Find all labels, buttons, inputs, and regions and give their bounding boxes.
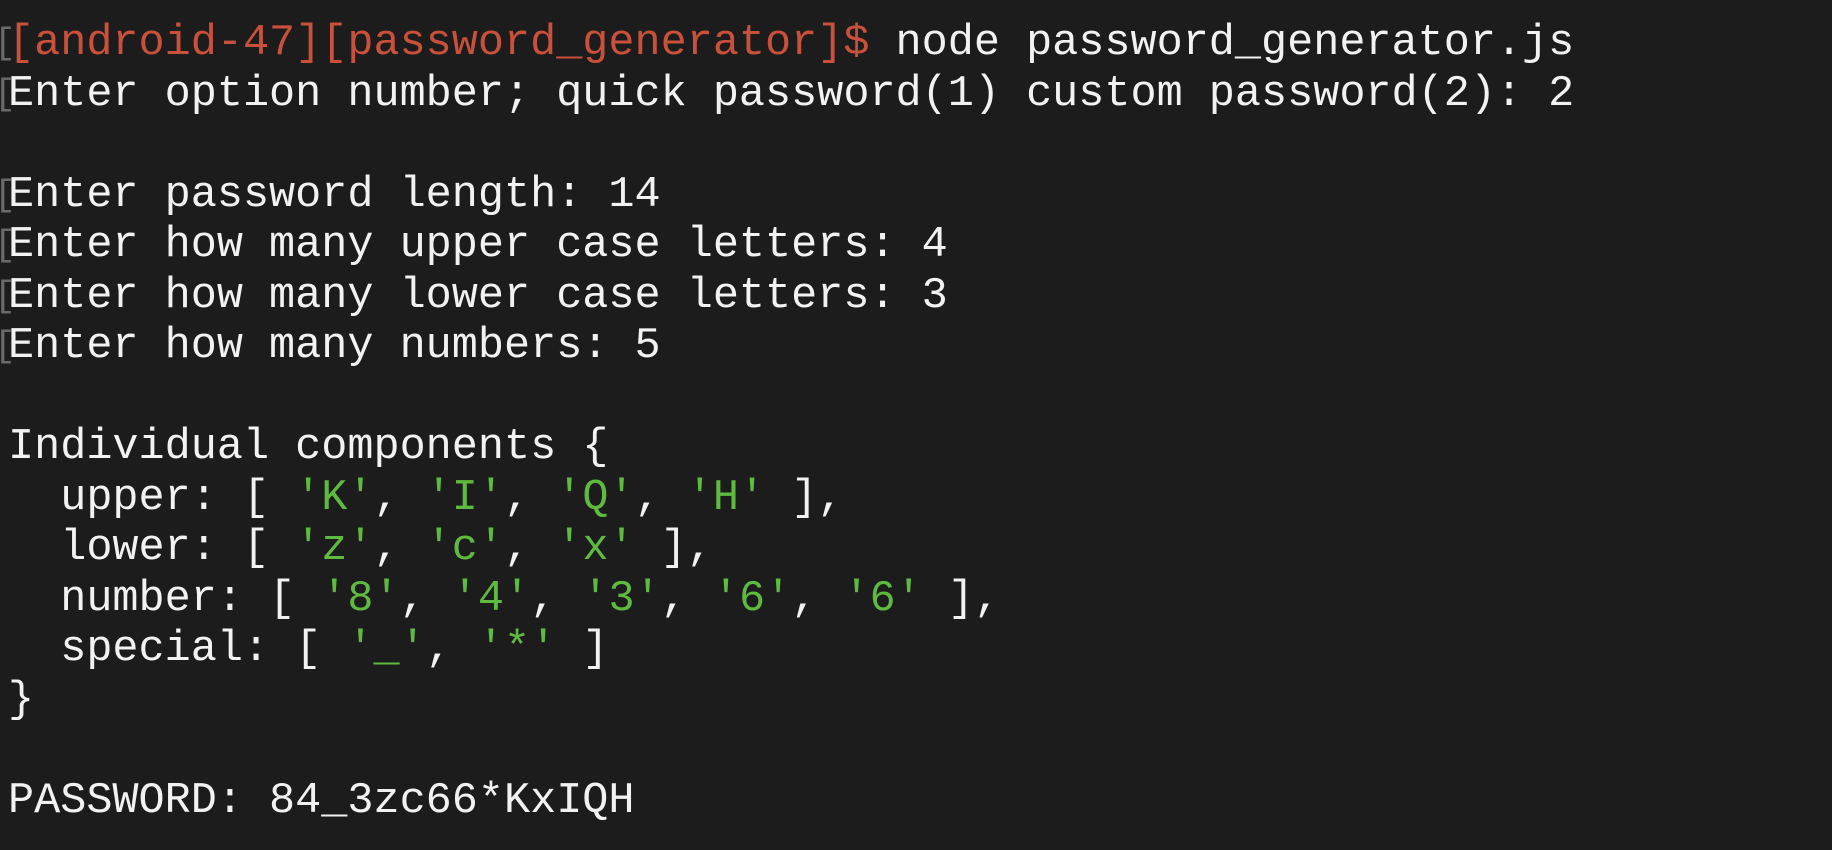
string-value: 'K' (295, 473, 374, 523)
string-value: '3' (582, 574, 661, 624)
output-text: special: [ (8, 625, 348, 674)
terminal-line: number: [ '8', '4', '3', '6', '6' ], (8, 575, 1574, 626)
output-text: Enter how many numbers: 5 (8, 322, 661, 371)
output-text: ], (634, 524, 713, 573)
terminal-line: PASSWORD: 84_3zc66*KxIQH (8, 777, 1574, 828)
terminal-line: [Enter how many upper case letters: 4 (0, 221, 1574, 272)
line-marker: [ (0, 272, 16, 323)
string-value: '6' (712, 574, 792, 624)
output-text: upper: [ (8, 473, 296, 523)
string-value: '8' (321, 574, 400, 624)
line-marker: [ (0, 171, 16, 222)
output-text: } (8, 675, 35, 725)
output-text: ], (765, 473, 844, 523)
string-value: 'Q' (556, 473, 635, 523)
string-value: '*' (477, 625, 557, 674)
output-text: , (634, 473, 687, 523)
output-text: , (791, 574, 844, 624)
output-text: Enter how many lower case letters: 3 (8, 271, 948, 321)
line-marker: [ (0, 221, 16, 272)
output-text: , (373, 473, 426, 523)
output-text: , (373, 524, 426, 573)
terminal-line: [Enter password length: 14 (0, 170, 1574, 222)
terminal-line: [[android-47][password_generator]$ node … (0, 19, 1575, 70)
output-text: Enter option number; quick password(1) c… (8, 69, 1575, 119)
output-text: , (530, 574, 583, 624)
output-text: node password_generator.js (895, 19, 1575, 68)
string-value: 'x' (556, 524, 635, 573)
output-text: lower: [ (8, 524, 296, 573)
output-text: number: [ (8, 574, 322, 624)
terminal-output: [[android-47][password_generator]$ node … (0, 19, 1575, 828)
terminal-line: Individual components { (8, 423, 1574, 474)
output-text: , (399, 574, 452, 624)
string-value: 'H' (686, 473, 766, 523)
terminal-line: [Enter how many numbers: 5 (0, 322, 1574, 373)
output-text: Enter password length: 14 (8, 170, 661, 220)
output-text: ] (556, 625, 609, 674)
terminal-line: lower: [ 'z', 'c', 'x' ], (8, 524, 1574, 575)
shell-prompt: [android-47][password_generator]$ (8, 19, 896, 68)
string-value: '4' (451, 574, 531, 624)
terminal-line: upper: [ 'K', 'I', 'Q', 'H' ], (8, 474, 1574, 525)
terminal-line: special: [ '_', '*' ] (8, 625, 1574, 676)
terminal-line: [Enter option number; quick password(1) … (0, 69, 1575, 121)
string-value: 'z' (295, 524, 374, 573)
string-value: '6' (843, 574, 922, 624)
line-marker: [ (0, 70, 16, 121)
line-marker: [ (0, 19, 16, 70)
string-value: 'I' (425, 473, 505, 523)
terminal-line: [Enter how many lower case letters: 3 (0, 271, 1574, 323)
string-value: '_' (347, 625, 426, 674)
output-text: Individual components { (8, 423, 609, 472)
output-text: Enter how many upper case letters: 4 (8, 221, 948, 270)
output-text: ], (921, 574, 1001, 624)
output-text: , (425, 625, 478, 674)
output-text: , (504, 473, 557, 523)
output-text: PASSWORD: 84_3zc66*KxIQH (8, 776, 635, 826)
line-marker: [ (0, 322, 16, 373)
terminal-line: } (8, 676, 1574, 727)
output-text: , (660, 574, 713, 624)
output-text: , (504, 524, 557, 573)
string-value: 'c' (425, 524, 505, 573)
